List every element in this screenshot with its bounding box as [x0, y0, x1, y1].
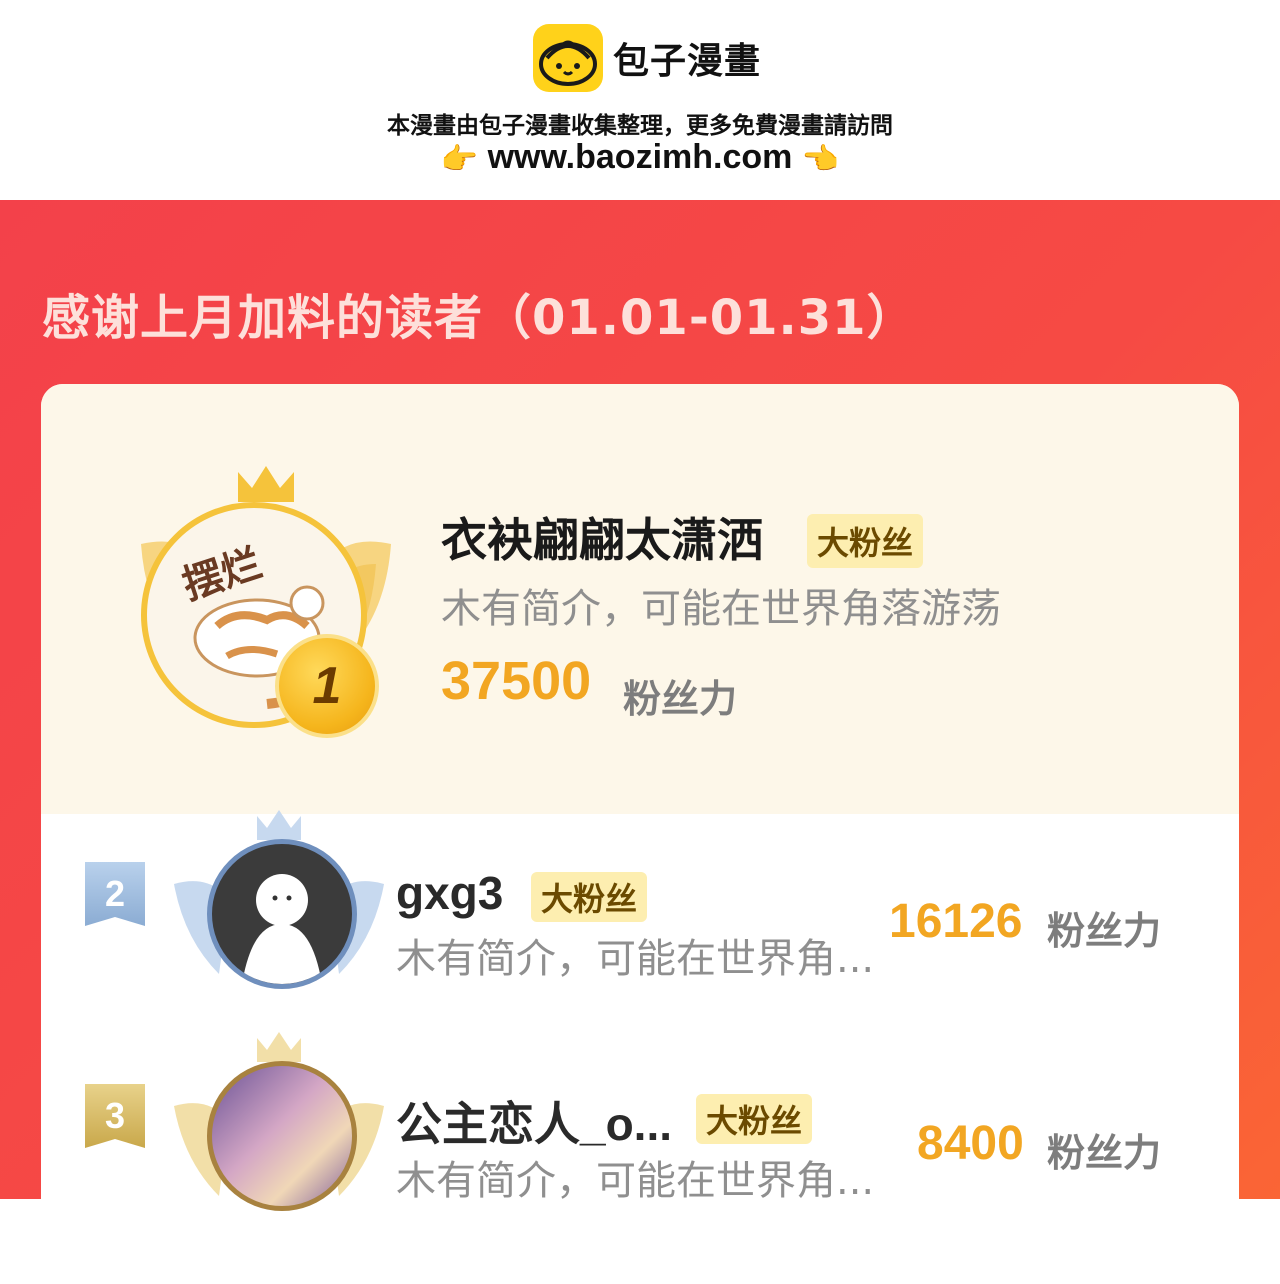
- reader-intro: 木有简介，可能在世界角...: [396, 1158, 875, 1204]
- rank-number: 2: [104, 873, 126, 914]
- reader-intro: 木有简介，可能在世界角...: [396, 936, 875, 982]
- ranking-title: 感谢上月加料的读者（01.01-01.31）: [42, 290, 916, 346]
- fan-score: 8400: [917, 1117, 1024, 1170]
- third-place-entry[interactable]: 3 公主恋人_o... 大粉丝 木有简介，可能在世界角... 8400 粉丝力: [41, 1032, 1239, 1246]
- brand-name: 包子漫畫: [613, 41, 762, 82]
- reader-intro: 木有简介，可能在世界角落游荡: [441, 586, 1001, 632]
- rank-ribbon-icon: 3: [85, 1084, 145, 1148]
- reader-name[interactable]: 衣袂翩翩太潇洒: [441, 504, 763, 570]
- rank-number: 1: [312, 657, 342, 715]
- fan-score-unit: 粉丝力: [1047, 909, 1162, 953]
- banner-notice: 本漫畫由包子漫畫收集整理，更多免費漫畫請訪問: [387, 113, 893, 139]
- pointing-hand-icon: 👈: [801, 142, 840, 176]
- banner-url-line: 👉 www.baozimh.com 👈: [0, 138, 1280, 177]
- brand[interactable]: 包子漫畫: [533, 24, 761, 92]
- fan-badge: 大粉丝: [807, 514, 924, 568]
- banner-url[interactable]: www.baozimh.com: [488, 138, 793, 176]
- fan-score-unit: 粉丝力: [1047, 1131, 1162, 1175]
- fan-badge: 大粉丝: [696, 1094, 813, 1144]
- avatar[interactable]: [207, 1061, 357, 1211]
- baozi-logo-icon: [533, 24, 603, 92]
- fan-score: 37500: [441, 651, 592, 711]
- ranking-card: 摆烂 1 衣袂翩翩太潇洒 大粉丝 木有简介，可能在世界角落游荡 37500 粉丝…: [41, 384, 1239, 1284]
- fan-badge: 大粉丝: [531, 872, 648, 922]
- avatar[interactable]: [207, 839, 357, 989]
- rank-ribbon-icon: 2: [85, 862, 145, 926]
- reader-name[interactable]: gxg3: [396, 866, 503, 920]
- second-place-entry[interactable]: 2 gxg3 大粉丝 木有简介，可能在世界角... 16126 粉丝力: [41, 810, 1239, 1024]
- first-place-entry[interactable]: 摆烂 1 衣袂翩翩太潇洒 大粉丝 木有简介，可能在世界角落游荡 37500 粉丝…: [41, 384, 1239, 814]
- watermark-banner: 包子漫畫 本漫畫由包子漫畫收集整理，更多免費漫畫請訪問 👉 www.baozim…: [0, 0, 1280, 200]
- reader-name[interactable]: 公主恋人_o...: [396, 1088, 672, 1154]
- pointing-hand-icon: 👉: [440, 142, 479, 176]
- rank-medal-icon: 1: [275, 634, 379, 738]
- ranking-panel: 感谢上月加料的读者（01.01-01.31） 摆烂 1 衣袂翩翩太潇洒 大粉丝 …: [0, 200, 1280, 1284]
- fan-score: 16126: [889, 895, 1023, 948]
- rank-number: 3: [104, 1095, 126, 1136]
- fan-score-unit: 粉丝力: [623, 677, 738, 721]
